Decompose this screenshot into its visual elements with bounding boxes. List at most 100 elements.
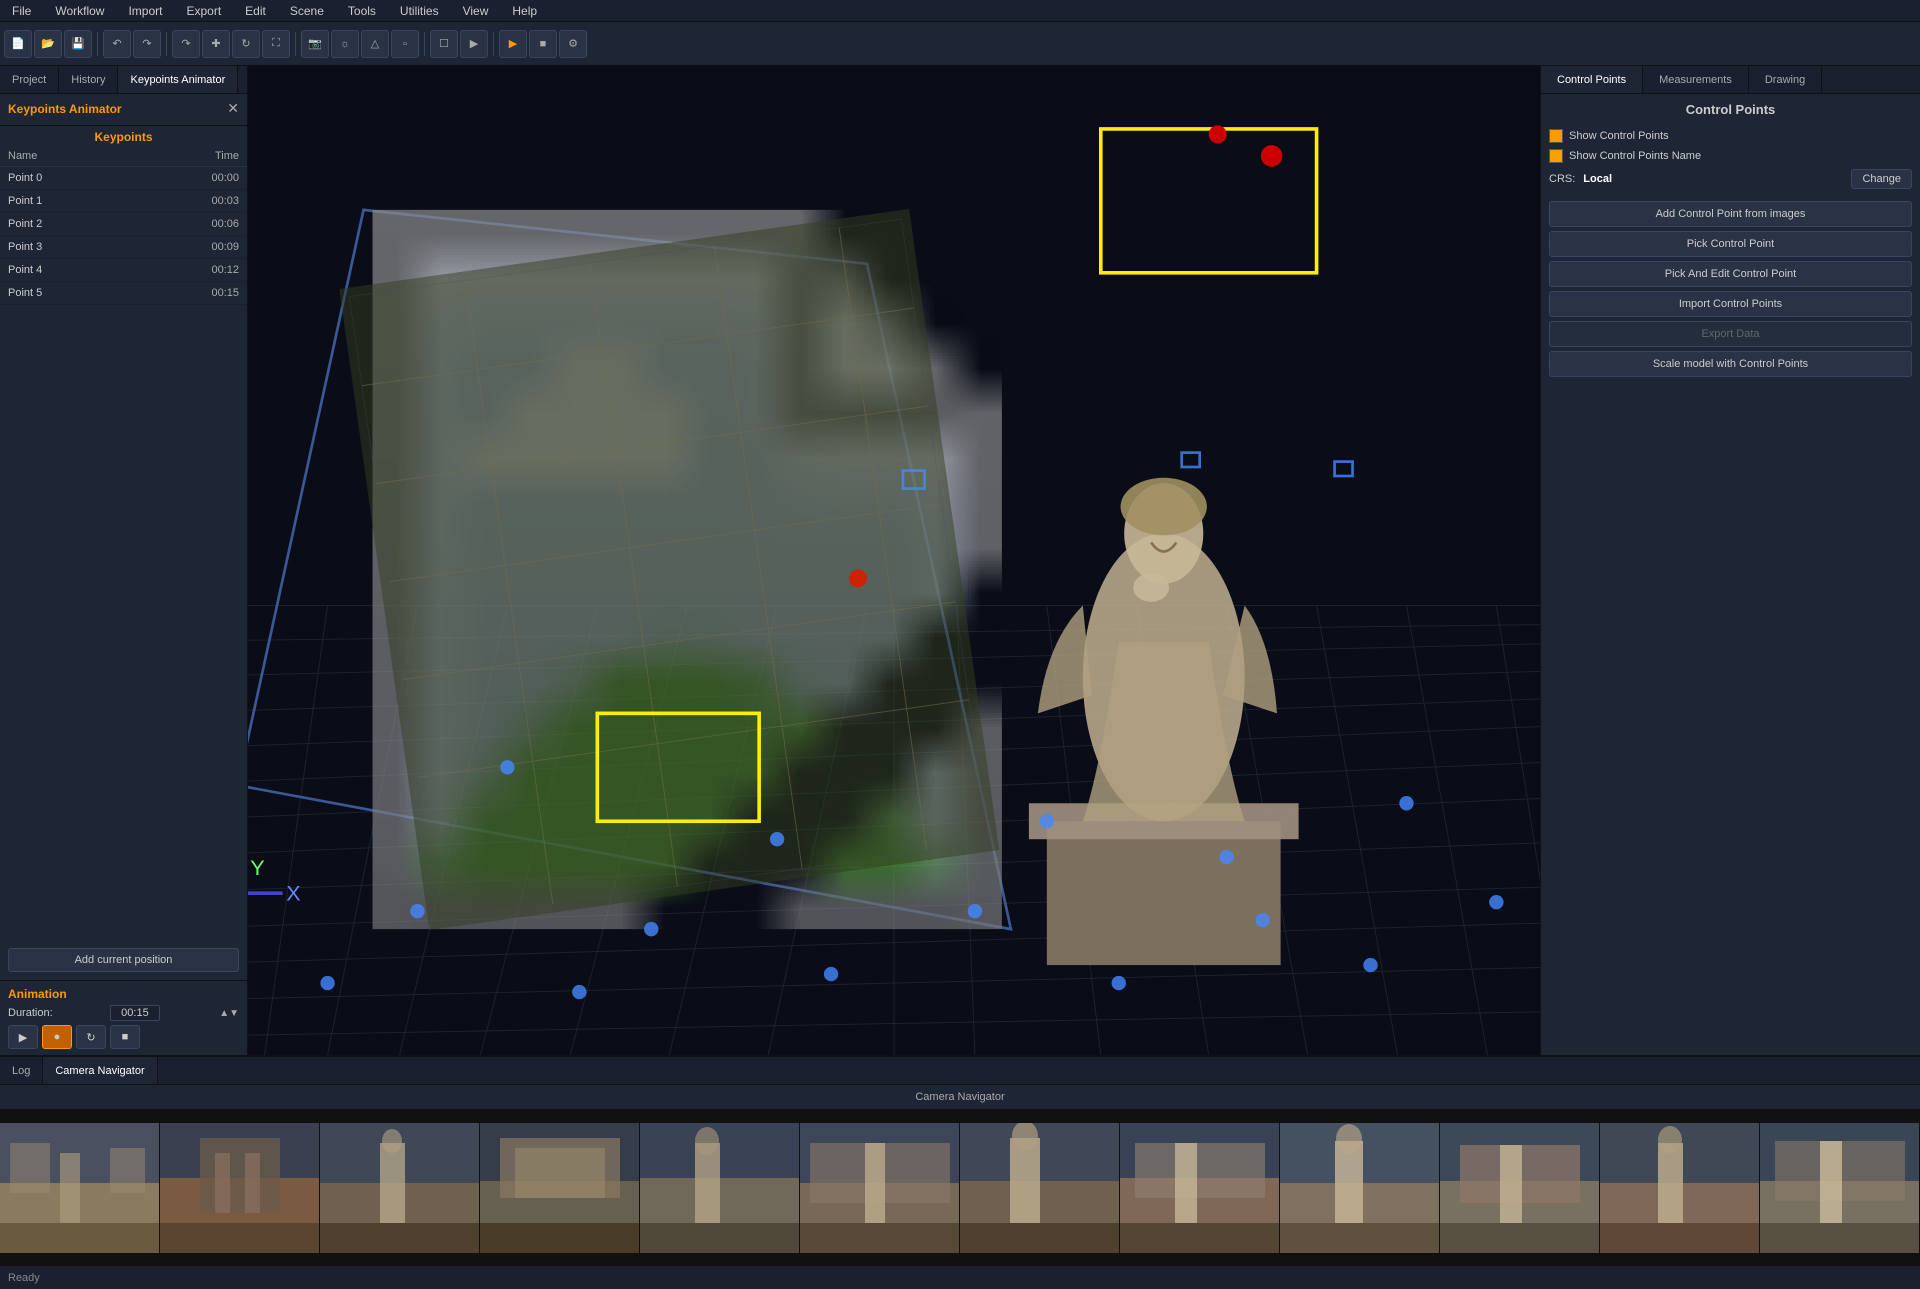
menu-tools[interactable]: Tools: [344, 2, 380, 20]
cam-thumb-11[interactable]: [1760, 1123, 1920, 1253]
camera-btn[interactable]: 📷: [301, 30, 329, 58]
viewport[interactable]: X Z Y: [248, 66, 1540, 1055]
settings-btn[interactable]: ⚙: [559, 30, 587, 58]
tab-drawing[interactable]: Drawing: [1749, 66, 1822, 93]
kp-table-header: Name Time: [0, 146, 247, 167]
right-panel-content: Control Points Show Control Points Show …: [1541, 94, 1920, 1055]
cam-thumb-6[interactable]: [960, 1123, 1120, 1253]
cam-thumb-10[interactable]: [1600, 1123, 1760, 1253]
svg-text:Y: Y: [250, 855, 264, 880]
menu-bar: File Workflow Import Export Edit Scene T…: [0, 0, 1920, 22]
kp-time-5: 00:15: [179, 287, 239, 299]
animation-controls: ▶ ● ↻ ■: [8, 1025, 239, 1049]
select-btn[interactable]: ↷: [172, 30, 200, 58]
viewport-scene: X Z Y: [248, 66, 1540, 1055]
point-cloud-btn[interactable]: ▫: [391, 30, 419, 58]
redo-btn[interactable]: ↷: [133, 30, 161, 58]
bottom-tabs-bar: Log Camera Navigator: [0, 1057, 1920, 1085]
undo-btn[interactable]: ↶: [103, 30, 131, 58]
pick-cp-btn[interactable]: Pick Control Point: [1549, 231, 1912, 257]
left-panel: Project History Keypoints Animator Keypo…: [0, 66, 248, 1055]
rotate-btn[interactable]: ↻: [232, 30, 260, 58]
kp-row-3[interactable]: Point 3 00:09: [0, 236, 247, 259]
menu-help[interactable]: Help: [508, 2, 541, 20]
main-area: Project History Keypoints Animator Keypo…: [0, 66, 1920, 1055]
duration-spinner[interactable]: ▲▼: [219, 1008, 239, 1019]
bottom-area: Log Camera Navigator Camera Navigator: [0, 1055, 1920, 1265]
kp-name-4: Point 4: [8, 264, 179, 276]
keypoints-section-title: Keypoints: [94, 130, 152, 144]
render-btn[interactable]: ▶: [460, 30, 488, 58]
menu-utilities[interactable]: Utilities: [396, 2, 443, 20]
camera-nav-label: Camera Navigator: [0, 1085, 1920, 1109]
kp-col-time-header: Time: [179, 150, 239, 162]
play-anim-btn[interactable]: ▶: [8, 1025, 38, 1049]
tab-history[interactable]: History: [59, 66, 118, 93]
kp-row-5[interactable]: Point 5 00:15: [0, 282, 247, 305]
cam-thumb-2[interactable]: [320, 1123, 480, 1253]
keypoints-panel-title: Keypoints Animator: [8, 102, 122, 116]
keypoints-header: Keypoints Animator ✕: [0, 94, 247, 126]
kp-name-1: Point 1: [8, 195, 179, 207]
kp-name-3: Point 3: [8, 241, 179, 253]
cam-thumb-5[interactable]: [800, 1123, 960, 1253]
menu-scene[interactable]: Scene: [286, 2, 328, 20]
svg-text:X: X: [286, 880, 300, 905]
duration-input[interactable]: [110, 1005, 160, 1021]
open-btn[interactable]: 📂: [34, 30, 62, 58]
sep3: [295, 32, 296, 56]
light-btn[interactable]: ☼: [331, 30, 359, 58]
cam-thumb-9[interactable]: [1440, 1123, 1600, 1253]
view-btn[interactable]: ☐: [430, 30, 458, 58]
cam-thumb-3[interactable]: [480, 1123, 640, 1253]
tab-control-points[interactable]: Control Points: [1541, 66, 1643, 93]
cam-thumb-4[interactable]: [640, 1123, 800, 1253]
tab-measurements[interactable]: Measurements: [1643, 66, 1749, 93]
stop-btn[interactable]: ■: [529, 30, 557, 58]
kp-row-4[interactable]: Point 4 00:12: [0, 259, 247, 282]
mesh-btn[interactable]: △: [361, 30, 389, 58]
menu-view[interactable]: View: [459, 2, 493, 20]
menu-workflow[interactable]: Workflow: [51, 2, 108, 20]
kp-time-4: 00:12: [179, 264, 239, 276]
add-cp-images-btn[interactable]: Add Control Point from images: [1549, 201, 1912, 227]
menu-edit[interactable]: Edit: [241, 2, 270, 20]
menu-import[interactable]: Import: [124, 2, 166, 20]
tab-camera-navigator[interactable]: Camera Navigator: [43, 1057, 157, 1084]
cam-thumb-8[interactable]: [1280, 1123, 1440, 1253]
add-current-position-btn[interactable]: Add current position: [8, 948, 239, 972]
tab-log[interactable]: Log: [0, 1057, 43, 1084]
cam-thumb-0[interactable]: [0, 1123, 160, 1253]
loop-btn[interactable]: ↻: [76, 1025, 106, 1049]
kp-row-0[interactable]: Point 0 00:00: [0, 167, 247, 190]
duration-row: Duration: ▲▼: [8, 1005, 239, 1021]
kp-row-2[interactable]: Point 2 00:06: [0, 213, 247, 236]
kp-time-2: 00:06: [179, 218, 239, 230]
cam-thumb-1[interactable]: [160, 1123, 320, 1253]
cam-thumb-7[interactable]: [1120, 1123, 1280, 1253]
close-panel-btn[interactable]: ✕: [227, 100, 239, 117]
change-crs-btn[interactable]: Change: [1851, 169, 1912, 189]
pick-edit-cp-btn[interactable]: Pick And Edit Control Point: [1549, 261, 1912, 287]
menu-export[interactable]: Export: [182, 2, 225, 20]
scale-model-cp-btn[interactable]: Scale model with Control Points: [1549, 351, 1912, 377]
move-btn[interactable]: ✚: [202, 30, 230, 58]
record-btn[interactable]: ●: [42, 1025, 72, 1049]
kp-row-1[interactable]: Point 1 00:03: [0, 190, 247, 213]
tab-keypoints-animator[interactable]: Keypoints Animator: [118, 66, 238, 93]
new-btn[interactable]: 📄: [4, 30, 32, 58]
save-btn[interactable]: 💾: [64, 30, 92, 58]
camera-navigator-strip[interactable]: [0, 1109, 1920, 1267]
kp-name-2: Point 2: [8, 218, 179, 230]
right-tabs-bar: Control Points Measurements Drawing: [1541, 66, 1920, 94]
show-cp-color: [1549, 129, 1563, 143]
tab-project[interactable]: Project: [0, 66, 59, 93]
menu-file[interactable]: File: [8, 2, 35, 20]
scale-btn[interactable]: ⛶: [262, 30, 290, 58]
import-cp-btn[interactable]: Import Control Points: [1549, 291, 1912, 317]
show-cp-name-color: [1549, 149, 1563, 163]
crs-label: CRS:: [1549, 173, 1575, 185]
control-points-title: Control Points: [1549, 102, 1912, 117]
play-btn[interactable]: ▶: [499, 30, 527, 58]
stop-anim-btn[interactable]: ■: [110, 1025, 140, 1049]
